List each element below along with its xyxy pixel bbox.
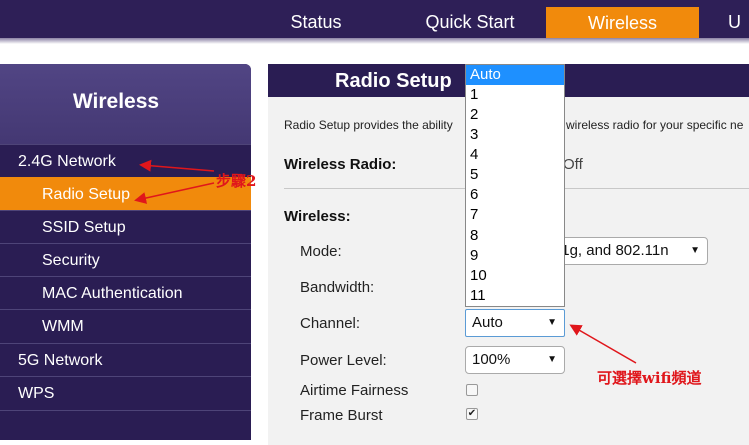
sidebar-item-radio-setup[interactable]: Radio Setup — [0, 177, 251, 210]
channel-label: Channel: — [300, 315, 361, 332]
airtime-fairness-label: Airtime Fairness — [300, 382, 409, 399]
channel-option-11[interactable]: 11 — [466, 286, 564, 306]
channel-option-5[interactable]: 5 — [466, 165, 564, 185]
page-title: Radio Setup — [335, 70, 452, 92]
sidebar-title: Wireless — [72, 90, 160, 113]
channel-option-10[interactable]: 10 — [466, 266, 564, 286]
nav-tab-quick-start[interactable]: Quick Start — [400, 6, 540, 38]
power-level-select[interactable]: 100% ▼ — [465, 346, 565, 374]
sidebar-item-security[interactable]: Security — [0, 243, 251, 276]
description-right: wireless radio for your specific ne — [566, 118, 744, 132]
nav-tab-wireless[interactable]: Wireless — [546, 7, 699, 38]
sidebar-item-5g-network[interactable]: 5G Network — [0, 343, 251, 376]
channel-option-6[interactable]: 6 — [466, 185, 564, 205]
top-nav: Status Quick Start Wireless U — [0, 0, 749, 40]
sidebar-footer — [0, 410, 251, 440]
wireless-radio-label: Wireless Radio: — [284, 156, 397, 173]
annotation-channel-note: 可選擇wifi頻道 — [597, 369, 702, 387]
chevron-down-icon: ▼ — [547, 354, 557, 365]
chevron-down-icon: ▼ — [547, 317, 557, 328]
channel-option-8[interactable]: 8 — [466, 226, 564, 246]
nav-tab-truncated[interactable]: U — [728, 6, 749, 38]
checkmark-icon: ✔ — [467, 408, 477, 419]
description-left: Radio Setup provides the ability — [284, 118, 453, 132]
sidebar: Wireless 2.4G Network Radio Setup SSID S… — [0, 64, 251, 440]
mode-label: Mode: — [300, 243, 342, 260]
sidebar-item-mac-authentication[interactable]: MAC Authentication — [0, 276, 251, 309]
nav-shadow — [0, 38, 749, 44]
channel-option-9[interactable]: 9 — [466, 246, 564, 266]
power-level-label: Power Level: — [300, 352, 387, 369]
frame-burst-label: Frame Burst — [300, 407, 383, 424]
channel-option-1[interactable]: 1 — [466, 85, 564, 105]
channel-option-3[interactable]: 3 — [466, 125, 564, 145]
airtime-fairness-checkbox[interactable] — [466, 384, 478, 396]
power-level-select-value: 100% — [472, 351, 511, 368]
sidebar-header: Wireless — [0, 64, 251, 144]
channel-option-7[interactable]: 7 — [466, 205, 564, 225]
wireless-section-label: Wireless: — [284, 208, 351, 225]
nav-tab-status[interactable]: Status — [262, 6, 370, 38]
frame-burst-checkbox[interactable]: ✔ — [466, 408, 478, 420]
sidebar-item-ssid-setup[interactable]: SSID Setup — [0, 210, 251, 243]
mode-select-value: 11g, and 802.11n — [554, 242, 669, 259]
bandwidth-label: Bandwidth: — [300, 279, 375, 296]
chevron-down-icon: ▼ — [690, 245, 700, 256]
channel-dropdown-list: Auto 1 2 3 4 5 6 7 8 9 10 11 — [465, 64, 565, 307]
sidebar-item-wps[interactable]: WPS — [0, 376, 251, 409]
sidebar-item-2-4g-network[interactable]: 2.4G Network — [0, 144, 251, 177]
wireless-radio-value[interactable]: Off — [563, 156, 583, 173]
channel-option-4[interactable]: 4 — [466, 145, 564, 165]
channel-select[interactable]: Auto ▼ — [465, 309, 565, 337]
channel-option-auto[interactable]: Auto — [466, 65, 564, 85]
channel-option-2[interactable]: 2 — [466, 105, 564, 125]
annotation-step2: 步驟2 — [216, 172, 257, 190]
sidebar-item-wmm[interactable]: WMM — [0, 309, 251, 342]
channel-select-value: Auto — [472, 314, 503, 331]
